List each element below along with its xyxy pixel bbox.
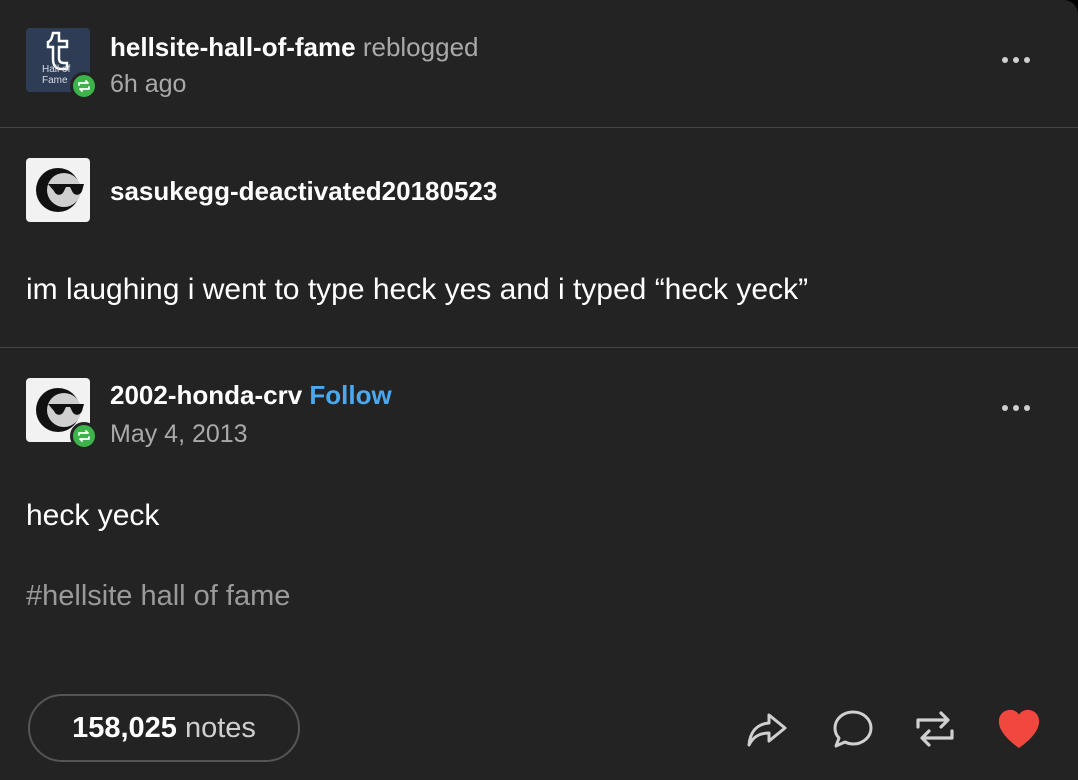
like-heart-icon[interactable] <box>996 706 1042 752</box>
reblog-timestamp[interactable]: 6h ago <box>110 70 186 99</box>
share-icon[interactable] <box>744 706 790 752</box>
reblog-badge-icon <box>70 72 98 100</box>
avatar-caption-line2: Fame <box>42 75 68 86</box>
notes-button[interactable]: 158,025 notes <box>28 694 300 762</box>
post-date[interactable]: May 4, 2013 <box>110 420 248 449</box>
post-card: Hall of Fame hellsite-hall-of-fame reblo… <box>0 0 1078 780</box>
divider <box>0 127 1078 128</box>
post-tag[interactable]: #hellsite hall of fame <box>26 580 290 613</box>
trail-post-text: im laughing i went to type heck yes and … <box>26 273 809 306</box>
avatar-caption: Hall of Fame <box>42 64 70 86</box>
reply-icon[interactable] <box>830 706 876 752</box>
reblog-header-line: hellsite-hall-of-fame reblogged <box>110 32 478 63</box>
sunglasses-avatar-icon <box>36 168 84 212</box>
sasukegg-avatar[interactable] <box>26 158 90 222</box>
follow-button[interactable]: Follow <box>309 380 391 410</box>
avatar-caption-line1: Hall of <box>42 64 71 75</box>
reblog-badge-icon <box>70 422 98 450</box>
honda-crv-avatar[interactable] <box>26 378 98 450</box>
original-poster-line: 2002-honda-crv Follow <box>110 380 392 411</box>
divider <box>0 347 1078 348</box>
reblog-icon[interactable] <box>912 706 958 752</box>
hall-of-fame-avatar[interactable]: Hall of Fame <box>26 28 98 100</box>
original-post-text: heck yeck <box>26 499 160 532</box>
trail-blog-name[interactable]: sasukegg-deactivated20180523 <box>110 176 497 207</box>
more-options-icon[interactable] <box>1002 57 1030 63</box>
original-blog-name[interactable]: 2002-honda-crv <box>110 380 302 410</box>
more-options-icon[interactable] <box>1002 405 1030 411</box>
reblogged-label: reblogged <box>362 32 479 62</box>
notes-label: notes <box>184 711 256 744</box>
reblogger-blog-name[interactable]: hellsite-hall-of-fame <box>110 32 356 62</box>
notes-count: 158,025 <box>72 711 177 744</box>
